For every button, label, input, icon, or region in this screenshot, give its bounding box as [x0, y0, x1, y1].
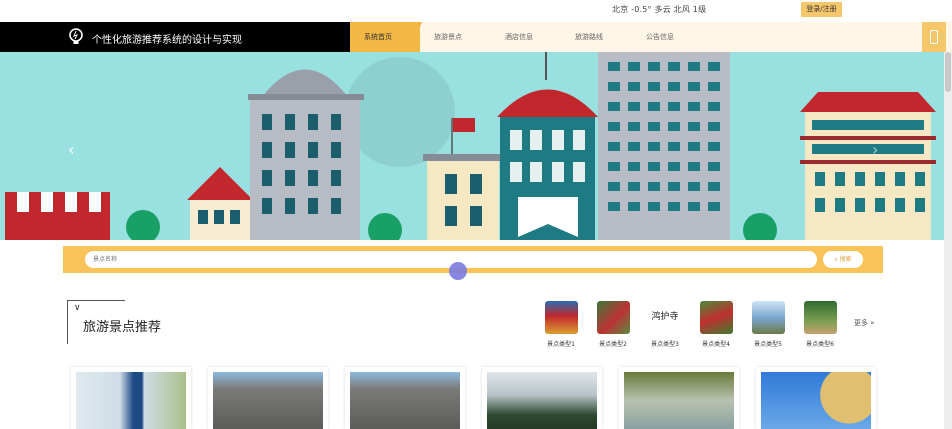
- category-thumbnail: [751, 301, 785, 334]
- category-item[interactable]: 景点类型4: [696, 301, 736, 348]
- scrollbar-thumb[interactable]: [945, 52, 951, 92]
- lightbulb-logo-icon: [69, 28, 83, 44]
- mobile-phone-button[interactable]: [922, 22, 946, 52]
- main-navbar: 个性化旅游推荐系统的设计与实现 系统首页 旅游景点 酒店信息 旅游路线 公告信息: [0, 22, 952, 52]
- category-item[interactable]: 景点类型2: [593, 301, 633, 348]
- attraction-card[interactable]: [71, 367, 191, 429]
- attraction-image: [350, 372, 460, 429]
- weather-info: 北京 -0.5° 多云 北风 1级: [612, 5, 707, 14]
- hero-banner-carousel[interactable]: ‹ ›: [0, 52, 944, 240]
- nav-hotels[interactable]: 酒店信息: [505, 32, 533, 42]
- more-link[interactable]: 更多 »: [854, 318, 875, 328]
- attraction-image: [761, 372, 871, 429]
- attraction-card[interactable]: [345, 367, 465, 429]
- page-scrollbar[interactable]: [944, 52, 952, 429]
- category-thumbnail: [544, 301, 578, 334]
- top-info-bar: 北京 -0.5° 多云 北风 1级 登录/注册: [0, 0, 952, 22]
- brand-area: 个性化旅游推荐系统的设计与实现: [0, 22, 352, 52]
- category-thumbnail: [699, 301, 733, 334]
- city-illustration: [5, 52, 936, 240]
- category-thumbnail: 鸿护寺: [648, 301, 682, 334]
- category-label: 景点类型1: [547, 341, 575, 348]
- category-label: 景点类型4: [702, 341, 730, 348]
- category-item[interactable]: 景点类型5: [748, 301, 788, 348]
- nav-routes[interactable]: 旅游路线: [575, 32, 603, 42]
- attraction-card[interactable]: [756, 367, 876, 429]
- site-title: 个性化旅游推荐系统的设计与实现: [92, 35, 242, 46]
- login-register-button[interactable]: 登录/注册: [801, 2, 842, 17]
- attraction-card[interactable]: [208, 367, 328, 429]
- attraction-image: [487, 372, 597, 429]
- attraction-card[interactable]: [619, 367, 739, 429]
- category-item[interactable]: 鸿护寺 景点类型3: [645, 301, 685, 348]
- category-item[interactable]: 景点类型6: [800, 301, 840, 348]
- carousel-next-arrow-icon[interactable]: ›: [872, 140, 878, 159]
- attraction-image: [624, 372, 734, 429]
- phone-icon: [930, 30, 938, 44]
- category-thumbnail: [596, 301, 630, 334]
- attraction-card[interactable]: [482, 367, 602, 429]
- section-title: 旅游景点推荐: [83, 320, 162, 335]
- category-label: 景点类型5: [754, 341, 782, 348]
- attraction-image: [213, 372, 323, 429]
- category-label: 景点类型6: [806, 341, 834, 348]
- attraction-image: [76, 372, 186, 429]
- active-nav-highlight-edge: [410, 22, 422, 52]
- mouse-cursor-indicator: [449, 262, 467, 280]
- category-item[interactable]: 景点类型1: [541, 301, 581, 348]
- carousel-prev-arrow-icon[interactable]: ‹: [68, 140, 74, 159]
- chevron-down-icon: ∨: [74, 303, 81, 313]
- nav-attractions[interactable]: 旅游景点: [434, 32, 462, 42]
- category-thumbnail: [803, 301, 837, 334]
- search-bar: ⌕ 搜索: [63, 246, 883, 273]
- category-label: 景点类型3: [651, 341, 679, 348]
- carousel-dots[interactable]: [464, 230, 478, 240]
- search-button[interactable]: ⌕ 搜索: [823, 251, 863, 268]
- nav-home[interactable]: 系统首页: [364, 32, 392, 42]
- search-button-label: 搜索: [839, 256, 852, 263]
- nav-notices[interactable]: 公告信息: [646, 32, 674, 42]
- category-label: 景点类型2: [599, 341, 627, 348]
